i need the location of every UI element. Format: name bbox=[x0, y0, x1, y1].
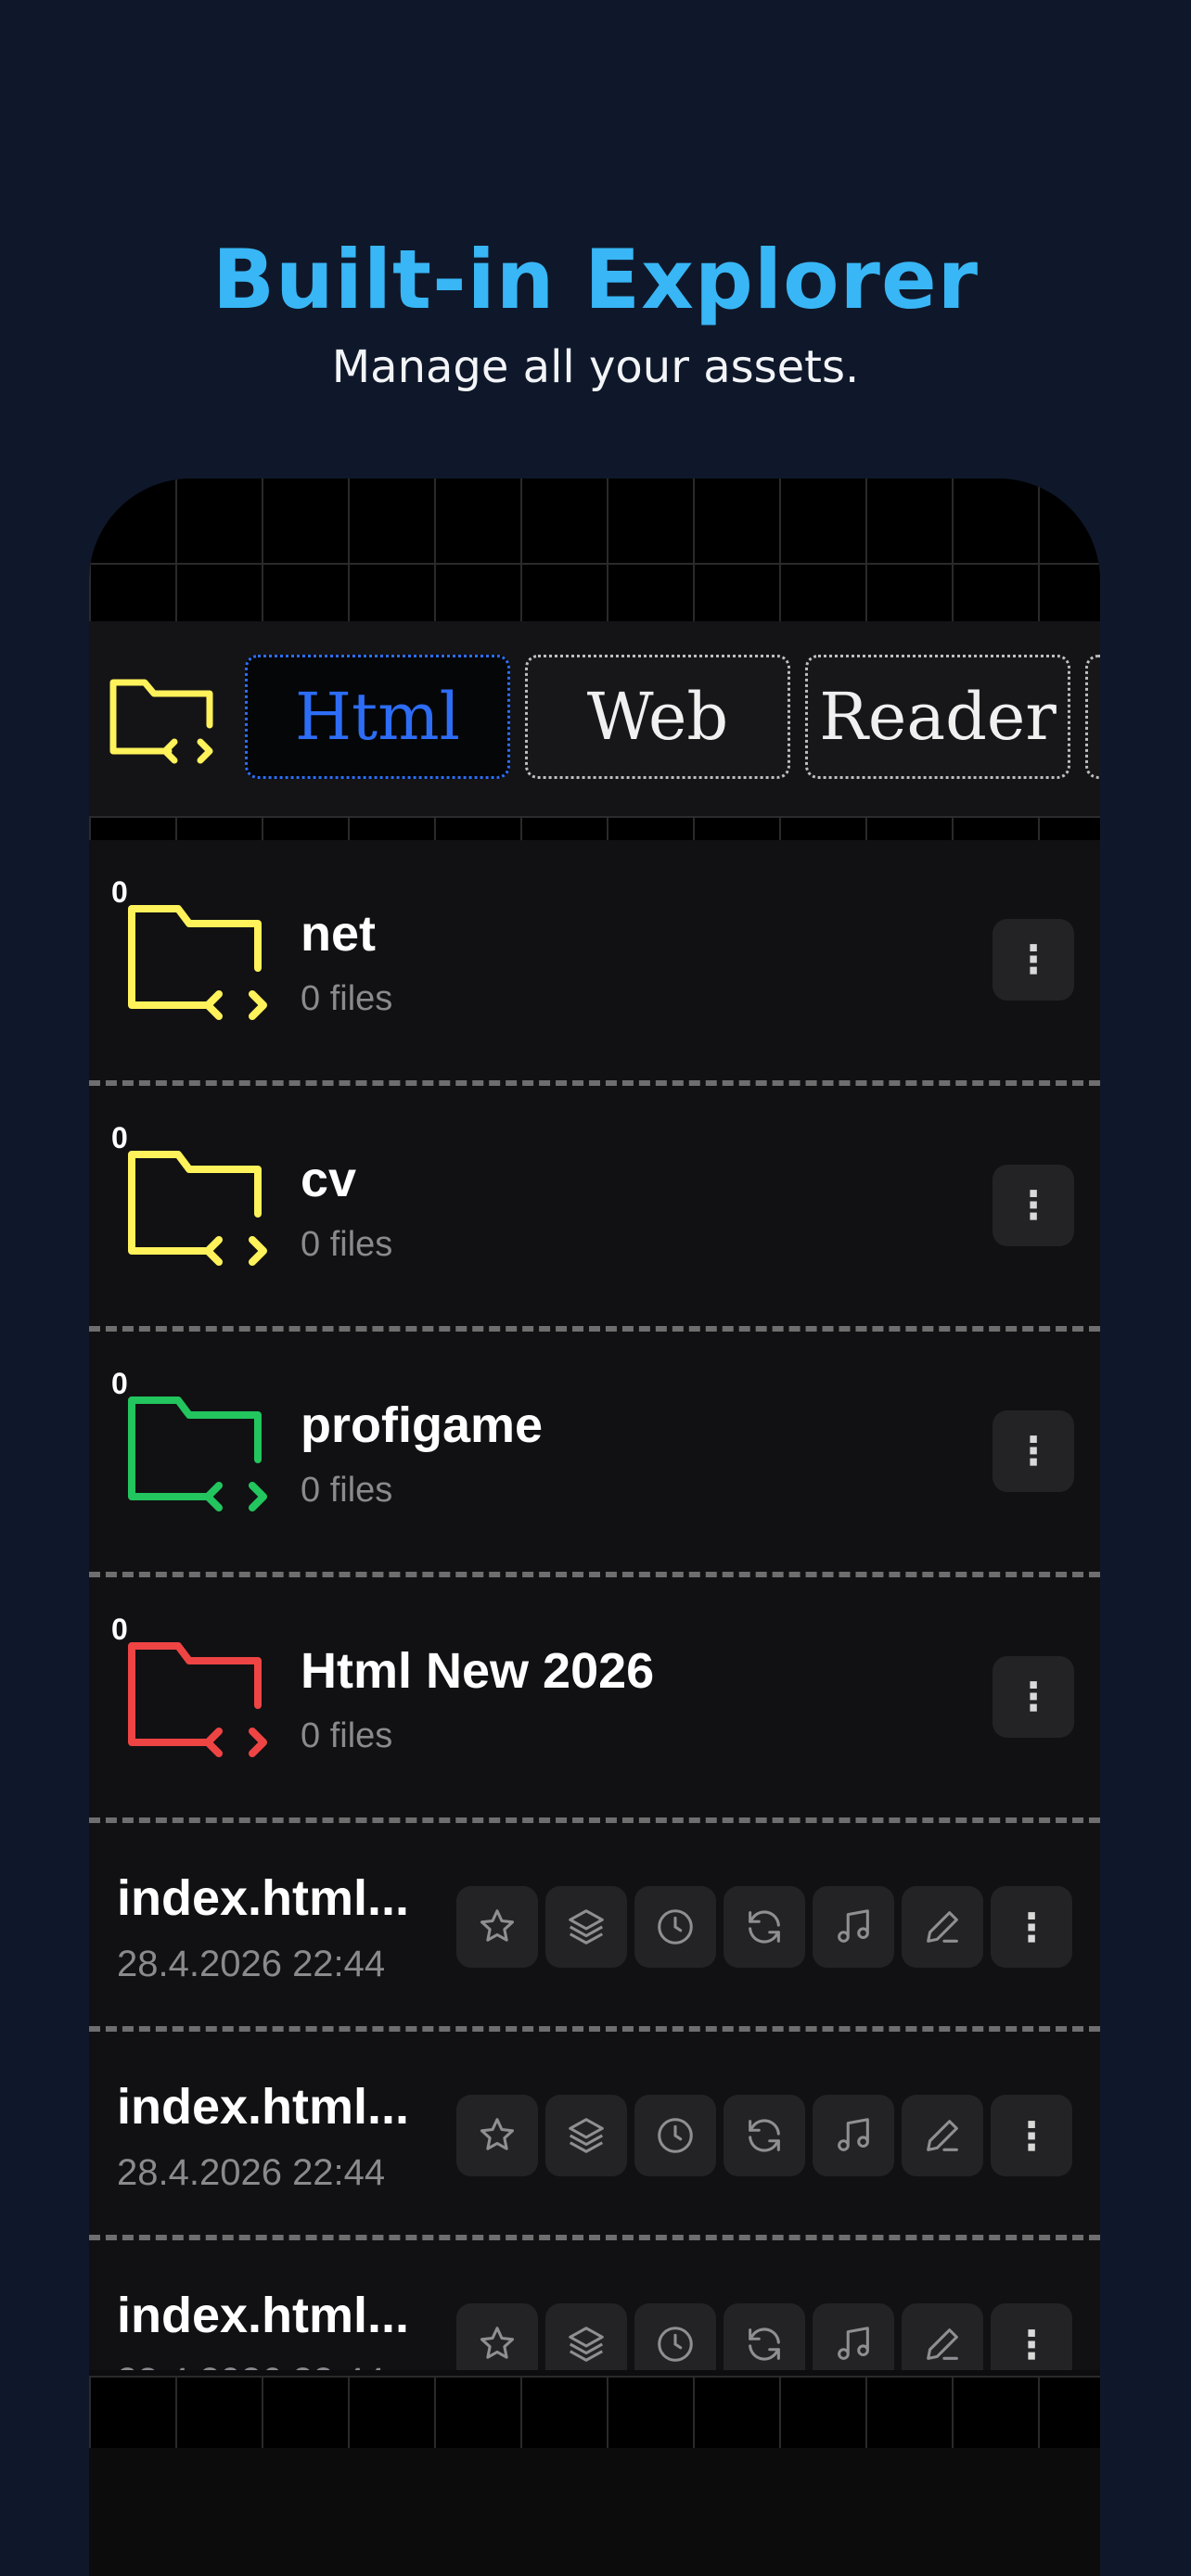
edit-button[interactable] bbox=[902, 1886, 983, 1968]
grid-strip bbox=[89, 818, 1100, 840]
hero-subtitle: Manage all your assets. bbox=[331, 341, 860, 393]
folder-name: net bbox=[301, 906, 376, 962]
layers-button[interactable] bbox=[545, 2303, 627, 2370]
more-vertical-icon: ⋮ bbox=[1012, 2113, 1051, 2158]
refresh-icon bbox=[749, 1910, 780, 1944]
file-date: 28.4.2026 22:44 bbox=[117, 1944, 386, 1984]
more-vertical-icon: ⋮ bbox=[1014, 1675, 1053, 1718]
sync-button[interactable] bbox=[724, 1886, 805, 1968]
tab-web[interactable]: Web bbox=[525, 655, 790, 779]
edit-button[interactable] bbox=[902, 2095, 983, 2176]
file-row[interactable]: index.html... 28.4.2026 22:44 ⋮ bbox=[89, 1823, 1100, 2032]
folder-row-profigame[interactable]: 0 profigame 0 files ⋮ bbox=[89, 1332, 1100, 1577]
tab-reader[interactable]: Reader bbox=[805, 655, 1070, 779]
file-row[interactable]: index.html... 28.4.2026 22:44 ⋮ bbox=[89, 2032, 1100, 2240]
refresh-icon bbox=[749, 2119, 780, 2152]
file-actions: ⋮ bbox=[456, 2303, 1072, 2370]
history-button[interactable] bbox=[634, 2095, 716, 2176]
file-list: 0 net 0 files ⋮ 0 cv 0 files ⋮ 0 profiga… bbox=[89, 840, 1100, 2370]
code-folder-icon bbox=[128, 1642, 267, 1757]
audio-button[interactable] bbox=[813, 2303, 894, 2370]
more-options-button[interactable]: ⋮ bbox=[991, 2303, 1072, 2370]
folder-file-count: 0 files bbox=[301, 979, 393, 1018]
code-folder-icon bbox=[128, 1396, 267, 1511]
grid-background-bottom bbox=[89, 2376, 1100, 2448]
file-name: index.html... bbox=[117, 1870, 410, 1926]
more-vertical-icon: ⋮ bbox=[1014, 1429, 1053, 1473]
more-options-button[interactable]: ⋮ bbox=[992, 1165, 1074, 1246]
music-icon bbox=[838, 2327, 869, 2360]
sync-button[interactable] bbox=[724, 2303, 805, 2370]
clock-icon bbox=[658, 2327, 693, 2362]
layers-icon bbox=[569, 2118, 604, 2153]
refresh-icon bbox=[749, 2327, 780, 2361]
file-actions: ⋮ bbox=[456, 2095, 1072, 2176]
layers-icon bbox=[569, 1909, 604, 1945]
folder-file-count: 0 files bbox=[301, 1716, 393, 1755]
folder-row-cv[interactable]: 0 cv 0 files ⋮ bbox=[89, 1086, 1100, 1332]
sync-button[interactable] bbox=[724, 2095, 805, 2176]
file-actions: ⋮ bbox=[456, 1886, 1072, 1968]
phone-screen: Html Web Reader 0 net 0 files ⋮ 0 cv 0 f… bbox=[89, 478, 1100, 2576]
more-vertical-icon: ⋮ bbox=[1012, 1905, 1051, 1949]
more-options-button[interactable]: ⋮ bbox=[991, 1886, 1072, 1968]
tab-html[interactable]: Html bbox=[245, 655, 510, 779]
file-row[interactable]: index.html... 28.4.2026 22:44 ⋮ bbox=[89, 2240, 1100, 2370]
edit-button[interactable] bbox=[902, 2303, 983, 2370]
grid-background bbox=[89, 478, 1100, 621]
more-options-button[interactable]: ⋮ bbox=[992, 919, 1074, 1001]
more-vertical-icon: ⋮ bbox=[1014, 937, 1053, 981]
favorite-button[interactable] bbox=[456, 2303, 538, 2370]
code-folder-icon bbox=[128, 1151, 267, 1266]
music-icon bbox=[838, 1909, 869, 1943]
folder-row-html-new-2026[interactable]: 0 Html New 2026 0 files ⋮ bbox=[89, 1577, 1100, 1823]
music-icon bbox=[838, 2118, 869, 2151]
code-folder-icon[interactable] bbox=[108, 671, 223, 773]
clock-icon bbox=[658, 2118, 693, 2153]
more-options-button[interactable]: ⋮ bbox=[992, 1656, 1074, 1738]
category-tab-bar: Html Web Reader bbox=[89, 621, 1100, 818]
favorite-button[interactable] bbox=[456, 1886, 538, 1968]
audio-button[interactable] bbox=[813, 2095, 894, 2176]
pencil-icon bbox=[927, 1911, 958, 1943]
folder-name: cv bbox=[301, 1152, 357, 1207]
bottom-area bbox=[89, 2448, 1100, 2576]
layers-button[interactable] bbox=[545, 1886, 627, 1968]
pencil-icon bbox=[927, 2120, 958, 2151]
more-options-button[interactable]: ⋮ bbox=[992, 1410, 1074, 1492]
code-folder-icon bbox=[128, 905, 267, 1020]
history-button[interactable] bbox=[634, 2303, 716, 2370]
tab-more[interactable] bbox=[1085, 655, 1100, 779]
star-icon bbox=[480, 2327, 515, 2359]
file-name: index.html... bbox=[117, 2079, 410, 2135]
folder-name: Html New 2026 bbox=[301, 1643, 655, 1699]
star-icon bbox=[480, 2118, 515, 2150]
favorite-button[interactable] bbox=[456, 2095, 538, 2176]
layers-button[interactable] bbox=[545, 2095, 627, 2176]
more-vertical-icon: ⋮ bbox=[1014, 1183, 1053, 1227]
history-button[interactable] bbox=[634, 1886, 716, 1968]
clock-icon bbox=[658, 1909, 693, 1945]
file-date: 28.4.2026 22:44 bbox=[117, 2361, 385, 2370]
file-date: 28.4.2026 22:44 bbox=[117, 2152, 386, 2193]
folder-name: profigame bbox=[301, 1397, 544, 1453]
star-icon bbox=[480, 1909, 515, 1942]
file-name: index.html... bbox=[117, 2288, 410, 2343]
layers-icon bbox=[569, 2327, 604, 2362]
more-options-button[interactable]: ⋮ bbox=[991, 2095, 1072, 2176]
audio-button[interactable] bbox=[813, 1886, 894, 1968]
pencil-icon bbox=[927, 2328, 958, 2360]
hero-title: Built-in Explorer bbox=[211, 232, 980, 327]
folder-file-count: 0 files bbox=[301, 1471, 393, 1510]
folder-row-net[interactable]: 0 net 0 files ⋮ bbox=[89, 840, 1100, 1086]
more-vertical-icon: ⋮ bbox=[1012, 2322, 1051, 2366]
folder-file-count: 0 files bbox=[301, 1225, 393, 1264]
